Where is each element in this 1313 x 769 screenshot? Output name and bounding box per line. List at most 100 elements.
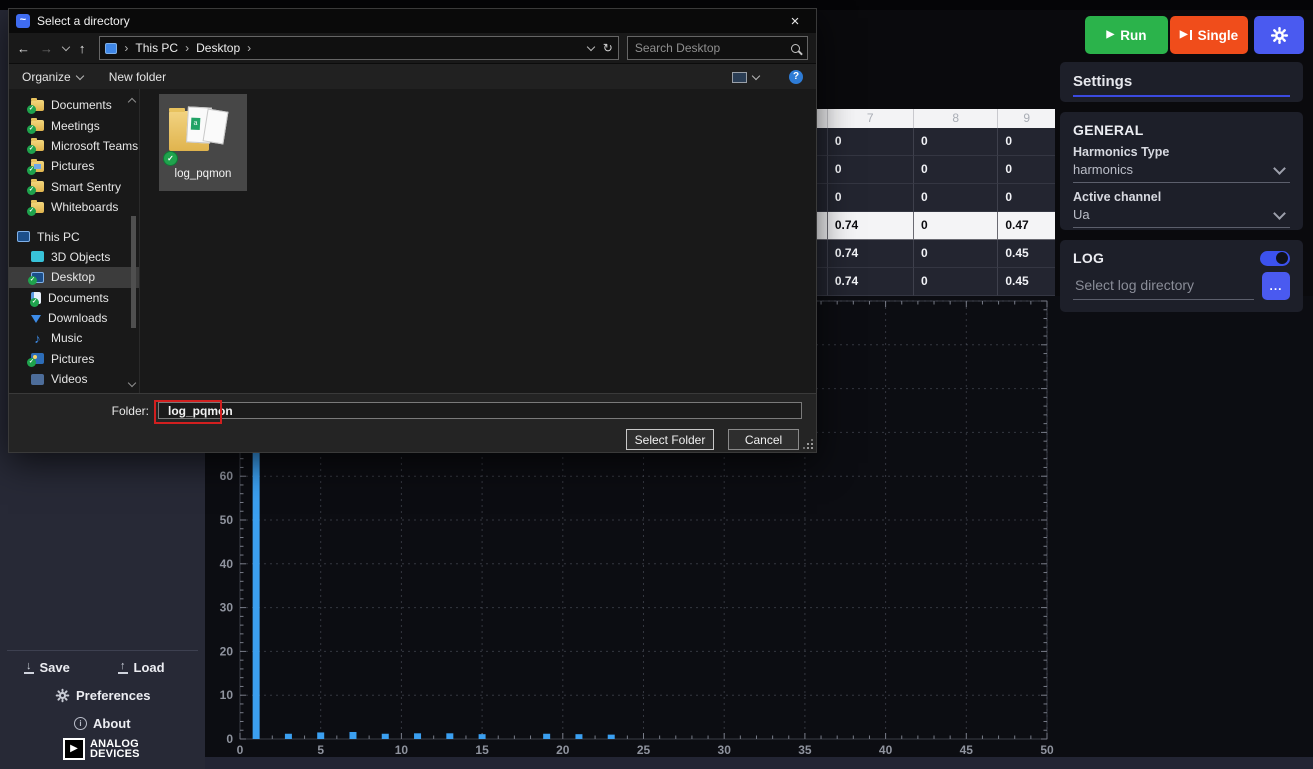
- table-column-header: 9: [997, 109, 1055, 128]
- svg-text:50: 50: [220, 513, 234, 527]
- dialog-sidebar-item-microsoft-teams[interactable]: ✓ Microsoft Teams: [9, 136, 139, 156]
- table-row[interactable]: 000: [815, 156, 1055, 184]
- search-icon: [791, 44, 800, 53]
- dialog-sidebar-item-3d-objects[interactable]: 3D Objects: [9, 247, 139, 267]
- dialog-titlebar[interactable]: ~ Select a directory ×: [9, 9, 816, 33]
- sync-check-icon: ✓: [27, 358, 36, 367]
- table-row[interactable]: 000: [815, 184, 1055, 212]
- dialog-sidebar-item-documents[interactable]: ✓Documents: [9, 288, 139, 308]
- dialog-file-area[interactable]: a ✓ log_pqmon: [139, 89, 816, 394]
- table-cell: 0: [997, 156, 1055, 184]
- load-button[interactable]: ↑ Load: [118, 660, 165, 675]
- table-row[interactable]: 000: [815, 128, 1055, 156]
- up-icon[interactable]: ↑: [79, 41, 86, 56]
- breadcrumb-desktop[interactable]: Desktop: [196, 41, 240, 55]
- breadcrumb-chevron-icon: ›: [185, 41, 189, 55]
- close-icon[interactable]: ×: [781, 14, 809, 29]
- search-input[interactable]: Search Desktop: [627, 36, 808, 60]
- dialog-sidebar-item-documents[interactable]: ✓Documents: [9, 95, 139, 115]
- table-cell: 0.74: [827, 268, 913, 296]
- dialog-sidebar-item-this-pc[interactable]: This PC: [9, 226, 139, 246]
- active-channel-dropdown[interactable]: Ua: [1073, 204, 1290, 228]
- svg-text:45: 45: [960, 743, 974, 757]
- table-row[interactable]: 0.7400.45: [815, 240, 1055, 268]
- view-mode-icon[interactable]: [732, 72, 747, 83]
- harmonics-type-dropdown[interactable]: harmonics: [1073, 159, 1290, 183]
- dialog-sidebar-item-pictures[interactable]: ✓Pictures: [9, 349, 139, 369]
- dialog-sidebar-item-music[interactable]: ♪Music: [9, 328, 139, 348]
- chart-bottom-strip: [205, 757, 1313, 769]
- table-cell: 0: [997, 128, 1055, 156]
- dialog-body: ✓Documents✓Meetings✓Microsoft Teams✓Pict…: [9, 89, 816, 394]
- resize-grip[interactable]: [803, 439, 813, 449]
- view-mode-chevron-icon[interactable]: [752, 72, 760, 80]
- preferences-gear-icon: [55, 688, 70, 703]
- single-label: Single: [1198, 28, 1239, 43]
- folder-name-input[interactable]: [158, 402, 802, 419]
- dialog-sidebar-item-label: Music: [51, 331, 82, 345]
- back-icon[interactable]: ←: [17, 41, 30, 56]
- breadcrumb-this-pc[interactable]: This PC: [135, 41, 178, 55]
- svg-text:40: 40: [879, 743, 893, 757]
- log-directory-input[interactable]: Select log directory: [1073, 275, 1254, 300]
- harmonics-type-label: Harmonics Type: [1073, 145, 1290, 159]
- dialog-sidebar-item-desktop[interactable]: ✓Desktop: [9, 267, 139, 287]
- select-folder-button[interactable]: Select Folder: [626, 429, 714, 450]
- log-toggle[interactable]: [1260, 251, 1290, 266]
- dialog-sidebar-item-meetings[interactable]: ✓Meetings: [9, 115, 139, 135]
- table-row[interactable]: 0.7400.45: [815, 268, 1055, 296]
- location-icon: [105, 43, 117, 54]
- dialog-sidebar-item-videos[interactable]: Videos: [9, 369, 139, 389]
- file-item-log-pqmon[interactable]: a ✓ log_pqmon: [159, 94, 247, 191]
- analog-devices-logo: ▶ ANALOG DEVICES: [63, 738, 140, 760]
- refresh-icon[interactable]: ↻: [603, 41, 613, 55]
- file-item-label: log_pqmon: [159, 168, 247, 180]
- dialog-sidebar-item-label: Microsoft Teams: [51, 139, 138, 153]
- table-cell: 0: [913, 156, 997, 184]
- run-button[interactable]: ▶ Run: [1085, 16, 1168, 54]
- svg-text:30: 30: [220, 601, 234, 615]
- help-icon[interactable]: ?: [789, 70, 803, 84]
- svg-text:30: 30: [718, 743, 732, 757]
- dialog-sidebar-item-smart-sentry[interactable]: ✓Smart Sentry: [9, 177, 139, 197]
- svg-text:35: 35: [798, 743, 812, 757]
- new-folder-button[interactable]: New folder: [109, 70, 166, 84]
- dialog-sidebar: ✓Documents✓Meetings✓Microsoft Teams✓Pict…: [9, 89, 139, 394]
- table-column-header: 7: [827, 109, 913, 128]
- sidebar-scrollbar-thumb[interactable]: [131, 216, 136, 328]
- folder-icon: ✓: [31, 181, 44, 192]
- recent-locations-chevron-icon[interactable]: [62, 43, 70, 51]
- forward-icon[interactable]: →: [40, 41, 53, 56]
- browse-log-directory-button[interactable]: ...: [1262, 272, 1290, 300]
- about-label: About: [93, 716, 131, 731]
- dialog-nav-bar: ← → ↑ › This PC › Desktop › ↻ Search Des…: [9, 33, 816, 64]
- table-cell: 0: [913, 128, 997, 156]
- folder-field-label: Folder:: [69, 404, 149, 418]
- folder-icon: ✓: [31, 140, 44, 151]
- save-button[interactable]: ↓ Save: [24, 660, 70, 675]
- gear-icon: [1270, 26, 1289, 45]
- table-cell: 0.74: [827, 212, 913, 240]
- table-column-header: 8: [913, 109, 997, 128]
- sync-check-icon: ✓: [30, 298, 39, 307]
- cancel-button[interactable]: Cancel: [728, 429, 799, 450]
- dialog-sidebar-item-whiteboards[interactable]: ✓Whiteboards: [9, 197, 139, 217]
- dialog-sidebar-item-pictures[interactable]: ✓Pictures: [9, 156, 139, 176]
- table-row[interactable]: 0.7400.47: [815, 212, 1055, 240]
- svg-text:10: 10: [220, 688, 234, 702]
- adi-brand-text: ANALOG DEVICES: [90, 739, 140, 759]
- preferences-button[interactable]: Preferences: [55, 688, 150, 703]
- dialog-toolbar: Organize New folder ?: [9, 64, 816, 91]
- adi-triangle-icon: ▶: [63, 738, 85, 760]
- single-button[interactable]: ▶ Single: [1170, 16, 1248, 54]
- about-button[interactable]: i About: [74, 716, 131, 731]
- organize-menu[interactable]: Organize: [22, 70, 83, 84]
- settings-gear-button[interactable]: [1254, 16, 1304, 54]
- address-dropdown-chevron-icon[interactable]: [587, 43, 595, 51]
- dialog-sidebar-item-downloads[interactable]: Downloads: [9, 308, 139, 328]
- search-placeholder: Search Desktop: [635, 41, 720, 55]
- breadcrumb[interactable]: › This PC › Desktop › ↻: [99, 36, 618, 60]
- document-page-icon: [203, 109, 229, 145]
- dialog-sidebar-item-label: Videos: [51, 372, 87, 386]
- log-title: LOG: [1073, 250, 1104, 266]
